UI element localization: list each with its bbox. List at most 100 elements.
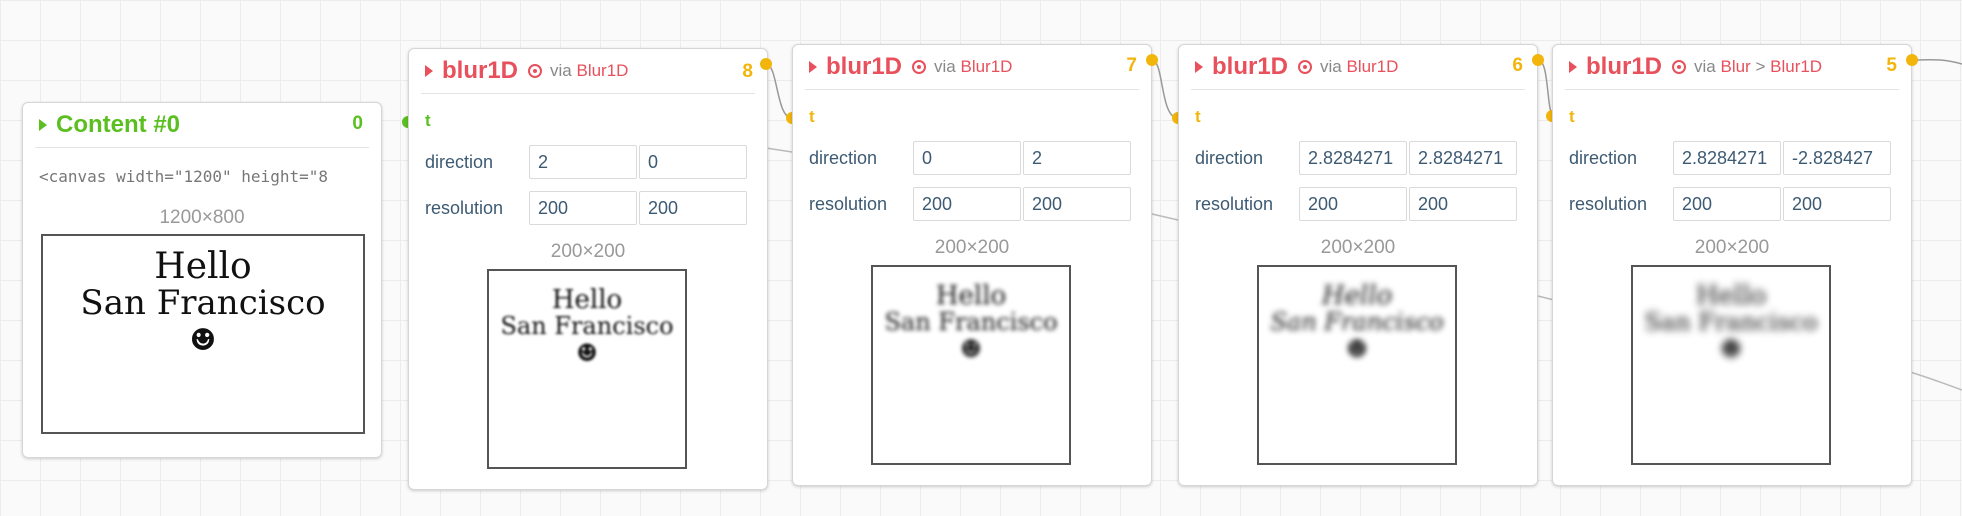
smiley-icon: ☻: [1720, 335, 1742, 364]
direction-x-field[interactable]: 0: [913, 141, 1021, 175]
caret-right-icon[interactable]: [1195, 61, 1203, 73]
preview-text-line1: Hello: [1695, 281, 1767, 311]
resolution-x-field[interactable]: 200: [913, 187, 1021, 221]
node-header[interactable]: blur1D via Blur1D: [1191, 45, 1525, 90]
preview-text-line1: Hello: [154, 246, 252, 287]
output-count: 0: [352, 113, 363, 134]
resolution-label: resolution: [425, 197, 504, 218]
via-link-blur1d[interactable]: Blur1D: [1770, 57, 1822, 76]
target-icon[interactable]: [1672, 60, 1687, 74]
caret-right-icon[interactable]: [809, 61, 817, 73]
preview-text-line2: San Francisco: [1270, 308, 1444, 337]
via-path: via Blur > Blur1D: [1694, 57, 1822, 77]
node-header[interactable]: blur1D via Blur1D: [421, 49, 755, 94]
target-icon[interactable]: [1298, 60, 1313, 74]
via-prefix: via: [1694, 57, 1716, 76]
resolution-y-field[interactable]: 200: [1783, 187, 1891, 221]
content-node[interactable]: Content #0 0 <canvas width="1200" height…: [22, 102, 382, 458]
output-port[interactable]: [1906, 54, 1918, 66]
blur1d-node-2[interactable]: blur1D via Blur1D 7 t direction 0 2 reso…: [792, 44, 1152, 486]
caret-right-icon[interactable]: [39, 119, 47, 131]
direction-row: direction 2.8284271 -2.828427: [1569, 141, 1891, 175]
content-node-header[interactable]: Content #0: [35, 103, 369, 148]
param-t-label: t: [425, 111, 431, 130]
caret-right-icon[interactable]: [425, 65, 433, 77]
preview-size-label: 200×200: [1320, 237, 1396, 258]
direction-x-field[interactable]: 2.8284271: [1299, 141, 1407, 175]
resolution-x-field[interactable]: 200: [529, 191, 637, 225]
preview-text-line2: San Francisco: [80, 282, 326, 323]
preview-text-line2: San Francisco: [1644, 308, 1818, 337]
via-path: via Blur1D: [550, 61, 628, 81]
direction-y-field[interactable]: 2: [1023, 141, 1131, 175]
resolution-label: resolution: [809, 193, 888, 214]
wire: [1151, 59, 1179, 119]
smiley-icon: ☻: [1346, 335, 1368, 364]
wire: [765, 63, 793, 119]
preview-canvas: Hello San Francisco ☻: [41, 234, 365, 434]
output-port[interactable]: [760, 58, 772, 70]
via-link[interactable]: Blur1D: [960, 57, 1012, 76]
resolution-x-field[interactable]: 200: [1299, 187, 1407, 221]
via-prefix: via: [550, 61, 572, 80]
resolution-x-field[interactable]: 200: [1673, 187, 1781, 221]
preview-size-label: 200×200: [1694, 237, 1770, 258]
output-port[interactable]: [1532, 54, 1544, 66]
via-link[interactable]: Blur1D: [1346, 57, 1398, 76]
resolution-label: resolution: [1569, 193, 1648, 214]
via-path: via Blur1D: [1320, 57, 1398, 77]
resolution-row: resolution 200 200: [425, 191, 747, 225]
blur1d-node-3[interactable]: blur1D via Blur1D 6 t direction 2.828427…: [1178, 44, 1538, 486]
target-icon[interactable]: [528, 64, 543, 78]
preview-size-label: 200×200: [550, 241, 626, 262]
preview-canvas: Hello San Francisco ☻: [871, 265, 1071, 465]
direction-x-field[interactable]: 2: [529, 145, 637, 179]
preview-text-line1: Hello: [551, 285, 623, 315]
wire: [1909, 371, 1962, 391]
node-header[interactable]: blur1D via Blur > Blur1D: [1565, 45, 1899, 90]
direction-x-field[interactable]: 2.8284271: [1673, 141, 1781, 175]
output-count: 5: [1886, 55, 1897, 76]
direction-label: direction: [809, 147, 878, 168]
blur1d-node-1[interactable]: blur1D via Blur1D 8 t direction 2 0 reso…: [408, 48, 768, 490]
resolution-row: resolution 200 200: [1195, 187, 1517, 221]
resolution-y-field[interactable]: 200: [1023, 187, 1131, 221]
resolution-row: resolution 200 200: [809, 187, 1131, 221]
via-link[interactable]: Blur1D: [576, 61, 628, 80]
target-icon[interactable]: [912, 60, 927, 74]
node-header[interactable]: blur1D via Blur1D: [805, 45, 1139, 90]
preview-text-line2: San Francisco: [884, 308, 1058, 337]
direction-row: direction 0 2: [809, 141, 1131, 175]
resolution-label: resolution: [1195, 193, 1274, 214]
direction-label: direction: [1195, 147, 1264, 168]
resolution-y-field[interactable]: 200: [639, 191, 747, 225]
smiley-icon: ☻: [960, 335, 982, 364]
wire: [1151, 213, 1179, 221]
direction-y-field[interactable]: -2.828427: [1783, 141, 1891, 175]
direction-row: direction 2.8284271 2.8284271: [1195, 141, 1517, 175]
output-port[interactable]: [1146, 54, 1158, 66]
direction-label: direction: [1569, 147, 1638, 168]
direction-y-field[interactable]: 2.8284271: [1409, 141, 1517, 175]
direction-y-field[interactable]: 0: [639, 145, 747, 179]
wire: [765, 147, 793, 153]
blur1d-node-4[interactable]: blur1D via Blur > Blur1D 5 t direction 2…: [1552, 44, 1912, 486]
output-count: 8: [742, 61, 753, 82]
smiley-icon: ☻: [189, 323, 217, 359]
node-title: blur1D: [826, 53, 903, 80]
via-separator: >: [1755, 57, 1766, 76]
preview-text-line1: Hello: [1321, 281, 1393, 311]
via-prefix: via: [934, 57, 956, 76]
output-count: 6: [1512, 55, 1523, 76]
smiley-icon: ☻: [576, 339, 598, 368]
via-path: via Blur1D: [934, 57, 1012, 77]
node-title: blur1D: [1212, 53, 1289, 80]
preview-text-line1: Hello: [935, 281, 1007, 311]
param-t-label: t: [809, 107, 815, 126]
preview-size-label: 1200×800: [159, 207, 245, 228]
caret-right-icon[interactable]: [1569, 61, 1577, 73]
via-link-blur[interactable]: Blur: [1720, 57, 1750, 76]
preview-text-line2: San Francisco: [500, 312, 674, 341]
node-title: blur1D: [442, 57, 519, 84]
resolution-y-field[interactable]: 200: [1409, 187, 1517, 221]
